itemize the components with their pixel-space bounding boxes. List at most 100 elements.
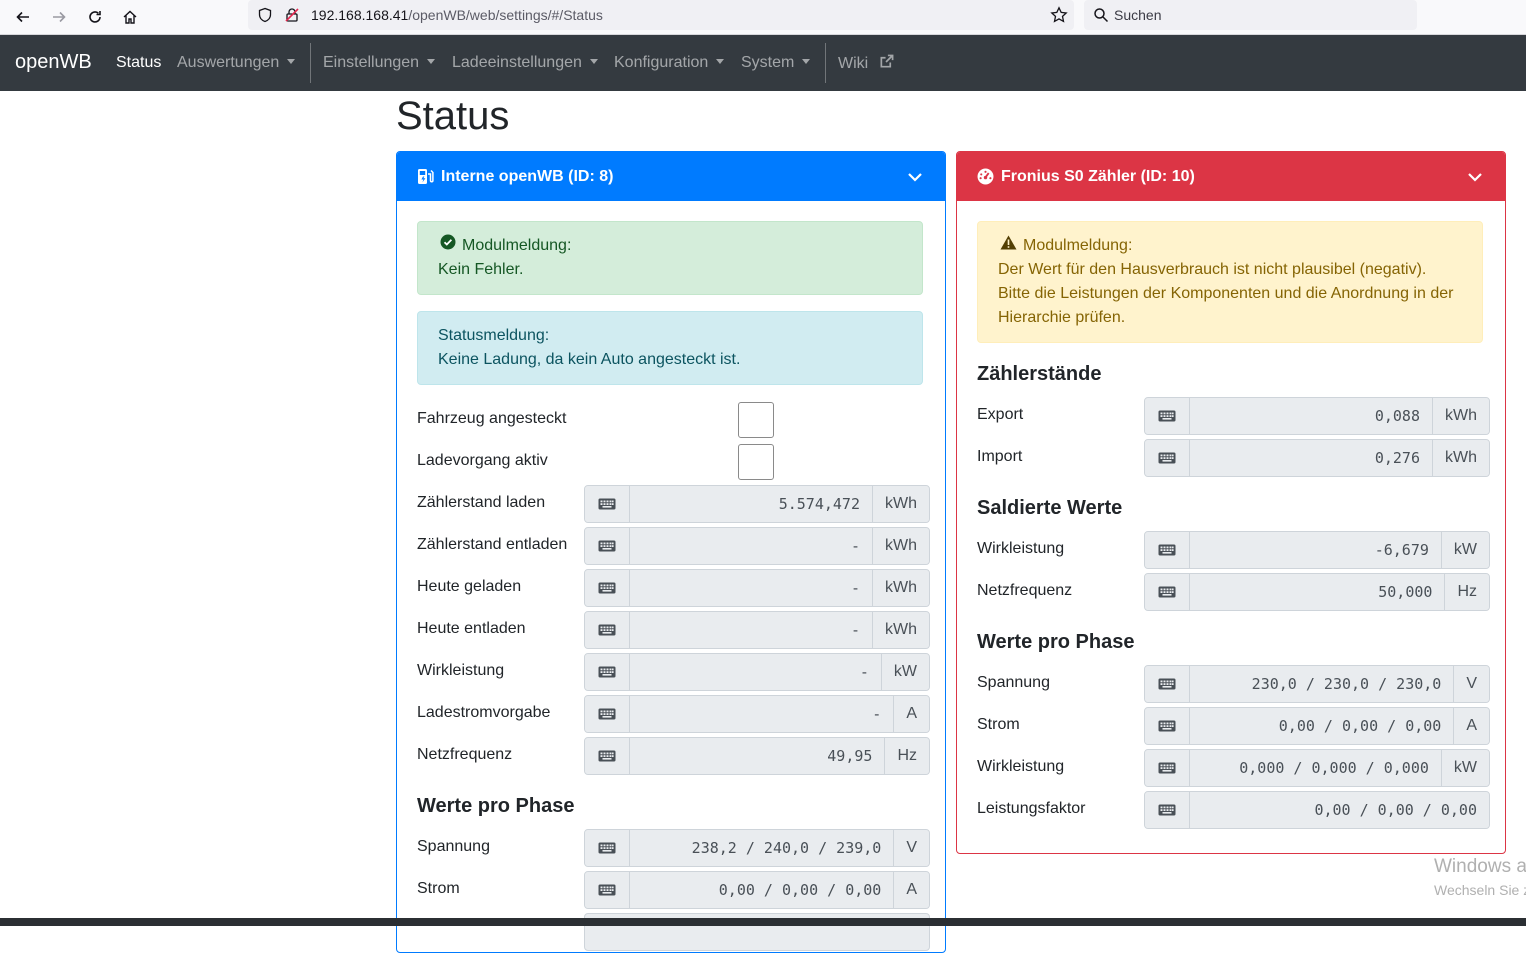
readonly-value-field[interactable]: - kWh bbox=[584, 569, 930, 607]
caret-down-icon bbox=[287, 59, 296, 64]
readonly-value-field[interactable]: 49,95 Hz bbox=[584, 737, 930, 775]
readonly-value-field[interactable]: 0,00 / 0,00 / 0,00 A bbox=[1144, 707, 1490, 745]
readonly-value-field[interactable]: -6,679 kW bbox=[1144, 531, 1490, 569]
card-header[interactable]: Fronius S0 Zähler (ID: 10) bbox=[957, 152, 1505, 201]
field-value: 50,000 bbox=[1190, 574, 1445, 610]
field-label: Netzfrequenz bbox=[977, 582, 1073, 599]
readonly-value-field[interactable]: -A bbox=[584, 695, 930, 733]
field-row: Strom 0,00 / 0,00 / 0,00 A bbox=[977, 707, 1490, 745]
insecure-lock-icon[interactable] bbox=[284, 7, 300, 28]
home-icon[interactable] bbox=[117, 4, 143, 30]
forward-icon[interactable] bbox=[46, 4, 72, 30]
status-alert-text: Keine Ladung, da kein Auto angesteckt is… bbox=[438, 351, 741, 368]
field-label: Leistungsfaktor bbox=[977, 800, 1086, 817]
readonly-value-field[interactable]: 0,088 kWh bbox=[1144, 397, 1490, 435]
nav-divider bbox=[310, 43, 311, 83]
field-row: Netzfrequenz 50,000 Hz bbox=[977, 573, 1490, 611]
readonly-value-field[interactable]: - kWh bbox=[584, 527, 930, 565]
field-row: Leistungsfaktor 0,00 / 0,00 / 0,00 bbox=[977, 791, 1490, 829]
nav-auswertungen[interactable]: Auswertungen bbox=[177, 54, 296, 72]
field-unit: A bbox=[893, 696, 929, 732]
field-value: - bbox=[630, 696, 894, 732]
field-unit: A bbox=[1453, 708, 1489, 744]
field-label: Zählerstand laden bbox=[417, 494, 546, 511]
nav-ladeeinstellungen[interactable]: Ladeeinstellungen bbox=[452, 54, 598, 72]
keyboard-icon bbox=[1145, 532, 1190, 568]
field-value: - bbox=[630, 612, 872, 648]
nav-wiki[interactable]: Wiki bbox=[838, 54, 894, 74]
vehicle-plugged-checkbox[interactable] bbox=[738, 402, 774, 438]
readonly-value-field[interactable]: 0,276 kWh bbox=[1144, 439, 1490, 477]
url-host: 192.168.168.41 bbox=[311, 7, 409, 23]
field-unit: kWh bbox=[1432, 398, 1489, 434]
nav-ladeeinstellungen-label: Ladeeinstellungen bbox=[452, 54, 582, 71]
readonly-value-field[interactable]: 0,000 / 0,000 / 0,000 kW bbox=[1144, 749, 1490, 787]
brand-logo[interactable]: openWB bbox=[15, 51, 92, 74]
field-row: Strom 0,00 / 0,00 / 0,00 A bbox=[417, 871, 930, 909]
url-text[interactable]: 192.168.168.41/openWB/web/settings/#/Sta… bbox=[311, 7, 603, 23]
field-value: - bbox=[630, 528, 872, 564]
nav-system[interactable]: System bbox=[741, 54, 811, 72]
windows-activation-watermark: Windows a Wechseln Sie z bbox=[1434, 856, 1526, 898]
field-row: Wirkleistung -6,679 kW bbox=[977, 531, 1490, 569]
status-alert-title: Statusmeldung: bbox=[438, 327, 550, 344]
search-input[interactable]: Suchen bbox=[1114, 7, 1161, 23]
field-unit: kW bbox=[1440, 532, 1489, 568]
keyboard-icon bbox=[585, 830, 630, 866]
readonly-value-field[interactable]: 230,0 / 230,0 / 230,0 V bbox=[1144, 665, 1490, 703]
tachometer-icon bbox=[977, 168, 994, 190]
card-internal-openwb: Interne openWB (ID: 8) Modulmeldung: Kei… bbox=[396, 151, 946, 953]
nav-status[interactable]: Status bbox=[116, 54, 161, 72]
field-row: Zählerstand entladen - kWh bbox=[417, 527, 930, 565]
keyboard-icon bbox=[585, 570, 630, 606]
section-title-phases: Werte pro Phase bbox=[977, 631, 1135, 653]
back-icon[interactable] bbox=[10, 4, 36, 30]
field-row: Export 0,088 kWh bbox=[977, 397, 1490, 435]
nav-einstellungen-label: Einstellungen bbox=[323, 54, 420, 71]
section-title-balanced: Saldierte Werte bbox=[977, 497, 1123, 519]
field-value: 49,95 bbox=[630, 738, 885, 774]
card-title: Interne openWB (ID: 8) bbox=[441, 168, 614, 185]
nav-einstellungen[interactable]: Einstellungen bbox=[323, 54, 436, 72]
field-row: Wirkleistung 0,000 / 0,000 / 0,000 kW bbox=[977, 749, 1490, 787]
charging-station-icon bbox=[417, 168, 435, 190]
card-header[interactable]: Interne openWB (ID: 8) bbox=[397, 152, 945, 201]
readonly-value-field[interactable]: - kW bbox=[584, 653, 930, 691]
readonly-value-field[interactable]: - kWh bbox=[584, 611, 930, 649]
bookmark-star-icon[interactable] bbox=[1050, 6, 1068, 29]
search-bar[interactable]: Suchen bbox=[1084, 0, 1417, 30]
chevron-down-icon[interactable] bbox=[907, 170, 923, 188]
field-row: Wirkleistung - kW bbox=[417, 653, 930, 691]
field-value: 238,2 / 240,0 / 239,0 bbox=[630, 830, 894, 866]
field-unit: V bbox=[1453, 666, 1489, 702]
field-value: -6,679 bbox=[1190, 532, 1441, 568]
keyboard-icon bbox=[1145, 440, 1190, 476]
nav-konfiguration[interactable]: Konfiguration bbox=[614, 54, 725, 72]
field-value: 0,088 bbox=[1190, 398, 1432, 434]
shield-icon[interactable] bbox=[257, 7, 273, 28]
field-row: Spannung 230,0 / 230,0 / 230,0 V bbox=[977, 665, 1490, 703]
readonly-value-field[interactable]: 50,000 Hz bbox=[1144, 573, 1490, 611]
keyboard-icon bbox=[1145, 398, 1190, 434]
field-unit: Hz bbox=[884, 738, 929, 774]
field-label: Import bbox=[977, 448, 1023, 465]
readonly-value-field[interactable]: 238,2 / 240,0 / 239,0 V bbox=[584, 829, 930, 867]
field-value: 0,276 bbox=[1190, 440, 1432, 476]
readonly-value-field[interactable]: 0,00 / 0,00 / 0,00 bbox=[1144, 791, 1490, 829]
field-value: 230,0 / 230,0 / 230,0 bbox=[1190, 666, 1454, 702]
module-alert-text: Der Wert für den Hausverbrauch ist nicht… bbox=[998, 261, 1454, 326]
field-unit: kWh bbox=[872, 612, 929, 648]
field-value: - bbox=[630, 570, 872, 606]
field-row: Zählerstand laden 5.574,472 kWh bbox=[417, 485, 930, 523]
readonly-value-field[interactable]: 0,00 / 0,00 / 0,00 A bbox=[584, 871, 930, 909]
external-link-icon bbox=[879, 54, 894, 74]
field-unit: kWh bbox=[872, 486, 929, 522]
field-unit: kW bbox=[1440, 750, 1489, 786]
nav-wiki-label: Wiki bbox=[838, 55, 869, 72]
page-title: Status bbox=[396, 94, 510, 138]
charging-active-checkbox[interactable] bbox=[738, 444, 774, 480]
url-bar[interactable]: 192.168.168.41/openWB/web/settings/#/Sta… bbox=[248, 0, 1074, 30]
chevron-down-icon[interactable] bbox=[1467, 170, 1483, 188]
readonly-value-field[interactable]: 5.574,472 kWh bbox=[584, 485, 930, 523]
reload-icon[interactable] bbox=[82, 4, 108, 30]
